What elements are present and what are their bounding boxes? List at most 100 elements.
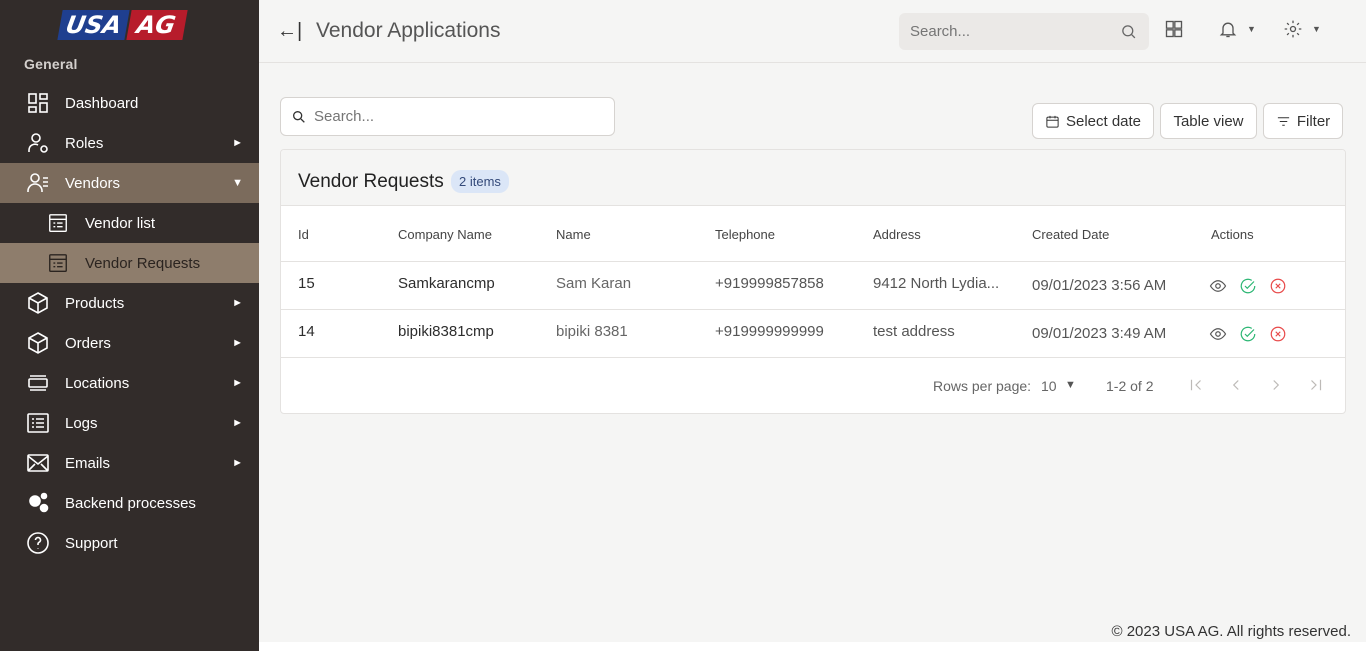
chevron-right-icon: ► [232,457,243,469]
header-search [899,13,1149,50]
cell-created-date: 09/01/2023 3:56 AM [1032,277,1167,294]
sidebar-item-label: Roles [65,134,104,152]
filter-button[interactable]: Filter [1263,103,1343,139]
sidebar-subitem-label: Vendor Requests [85,254,201,272]
caret-down-icon: ▼ [1247,24,1256,34]
logo-usa-text: USA [57,10,131,40]
sidebar-nav: Dashboard Roles ► Vendors ▼ Vendor list … [0,83,259,563]
envelope-icon [24,449,52,477]
column-header[interactable]: Name [556,227,591,242]
vendor-icon [24,169,52,197]
view-eye-icon[interactable] [1209,325,1227,343]
cell-created-date: 09/01/2023 3:49 AM [1032,325,1167,342]
page-range: 1-2 of 2 [1106,378,1154,394]
search-icon[interactable] [1120,23,1137,40]
approve-check-icon[interactable] [1239,277,1257,295]
table-header: Id Company Name Name Telephone Address C… [281,206,1345,262]
footer-band [259,642,1366,651]
layout-grid-icon [1165,20,1183,38]
column-header[interactable]: Address [873,227,921,242]
view-eye-icon[interactable] [1209,277,1227,295]
vendor-search-input[interactable] [314,98,604,135]
sidebar-item-logs[interactable]: Logs ► [0,403,259,443]
sidebar-subitem-vendor-list[interactable]: Vendor list [0,203,259,243]
reject-x-icon[interactable] [1269,277,1287,295]
sidebar-item-label: Locations [65,374,130,392]
approve-check-icon[interactable] [1239,325,1257,343]
caret-down-icon[interactable]: ▼ [1065,379,1076,391]
column-header[interactable]: Created Date [1032,227,1109,242]
table-row[interactable]: 15 Samkarancmp Sam Karan +919999857858 9… [281,262,1345,310]
caret-down-icon: ▼ [1312,24,1321,34]
row-actions [1209,277,1287,295]
top-header: ←| Vendor Applications ▼ ▼ [259,0,1366,63]
gears-icon [24,489,52,517]
cell-company: Samkarancmp [398,275,495,292]
chevron-right-icon: ► [232,137,243,149]
filter-icon [1277,116,1289,126]
gear-icon [1284,20,1302,38]
list-doc-icon [46,251,70,275]
sidebar-item-dashboard[interactable]: Dashboard [0,83,259,123]
sidebar-item-label: Support [65,534,118,552]
help-icon [24,529,52,557]
chevron-right-icon: ► [232,297,243,309]
sidebar-item-support[interactable]: Support [0,523,259,563]
user-gear-icon [24,129,52,157]
prev-page-icon[interactable] [1226,375,1246,395]
cell-telephone: +919999857858 [715,275,824,292]
logo-ag-text: AG [126,10,189,40]
first-page-icon[interactable] [1186,375,1206,395]
footer-copyright: © 2023 USA AG. All rights reserved. [1111,623,1351,640]
cell-name: bipiki 8381 [556,323,628,340]
sidebar-section-label: General [24,56,78,72]
sidebar-item-label: Logs [65,414,98,432]
calendar-icon [1046,115,1059,128]
sidebar-item-label: Products [65,294,125,312]
last-page-icon[interactable] [1306,375,1326,395]
layout-switch-button[interactable] [1164,19,1184,39]
column-header[interactable]: Id [298,227,309,242]
cell-address: test address [873,323,955,340]
collapse-sidebar-button[interactable]: ←| [277,20,302,43]
bell-icon [1219,22,1237,38]
select-date-button[interactable]: Select date [1032,103,1154,139]
next-page-icon[interactable] [1266,375,1286,395]
sidebar-item-products[interactable]: Products ► [0,283,259,323]
table-view-button[interactable]: Table view [1160,103,1257,139]
sidebar-item-emails[interactable]: Emails ► [0,443,259,483]
notifications-button[interactable]: ▼ [1218,19,1256,39]
sidebar-item-roles[interactable]: Roles ► [0,123,259,163]
filter-label: Filter [1296,112,1331,130]
settings-button[interactable]: ▼ [1283,19,1321,39]
sidebar-item-label: Orders [65,334,111,352]
select-date-label: Select date [1065,112,1142,130]
column-header[interactable]: Telephone [715,227,775,242]
list-icon [24,409,52,437]
column-header: Actions [1211,227,1254,242]
cell-id: 14 [298,323,315,340]
list-doc-icon [46,211,70,235]
header-search-input[interactable] [899,13,1109,50]
table-view-label: Table view [1173,112,1244,130]
sidebar-item-orders[interactable]: Orders ► [0,323,259,363]
cell-address: 9412 North Lydia... [873,275,1000,292]
reject-x-icon[interactable] [1269,325,1287,343]
sidebar-item-vendors[interactable]: Vendors ▼ [0,163,259,203]
rows-per-page-select[interactable]: 10 [1041,378,1057,394]
page-title: Vendor Applications [316,19,501,42]
sidebar: USA AG General Dashboard Roles ► Vendors… [0,0,259,651]
vendor-requests-card: Vendor Requests 2 items Id Company Name … [280,149,1346,414]
sidebar-item-backend-processes[interactable]: Backend processes [0,483,259,523]
sidebar-item-locations[interactable]: Locations ► [0,363,259,403]
sidebar-subitem-vendor-requests[interactable]: Vendor Requests [0,243,259,283]
sidebar-item-label: Emails [65,454,111,472]
column-header[interactable]: Company Name [398,227,492,242]
card-header: Vendor Requests 2 items [281,150,1345,206]
items-count-badge: 2 items [451,170,509,193]
box-icon [24,329,52,357]
rows-per-page-label: Rows per page: [933,378,1032,394]
usa-ag-logo[interactable]: USA AG [57,10,202,40]
table-row[interactable]: 14 bipiki8381cmp bipiki 8381 +9199999999… [281,310,1345,358]
dashboard-icon [24,89,52,117]
